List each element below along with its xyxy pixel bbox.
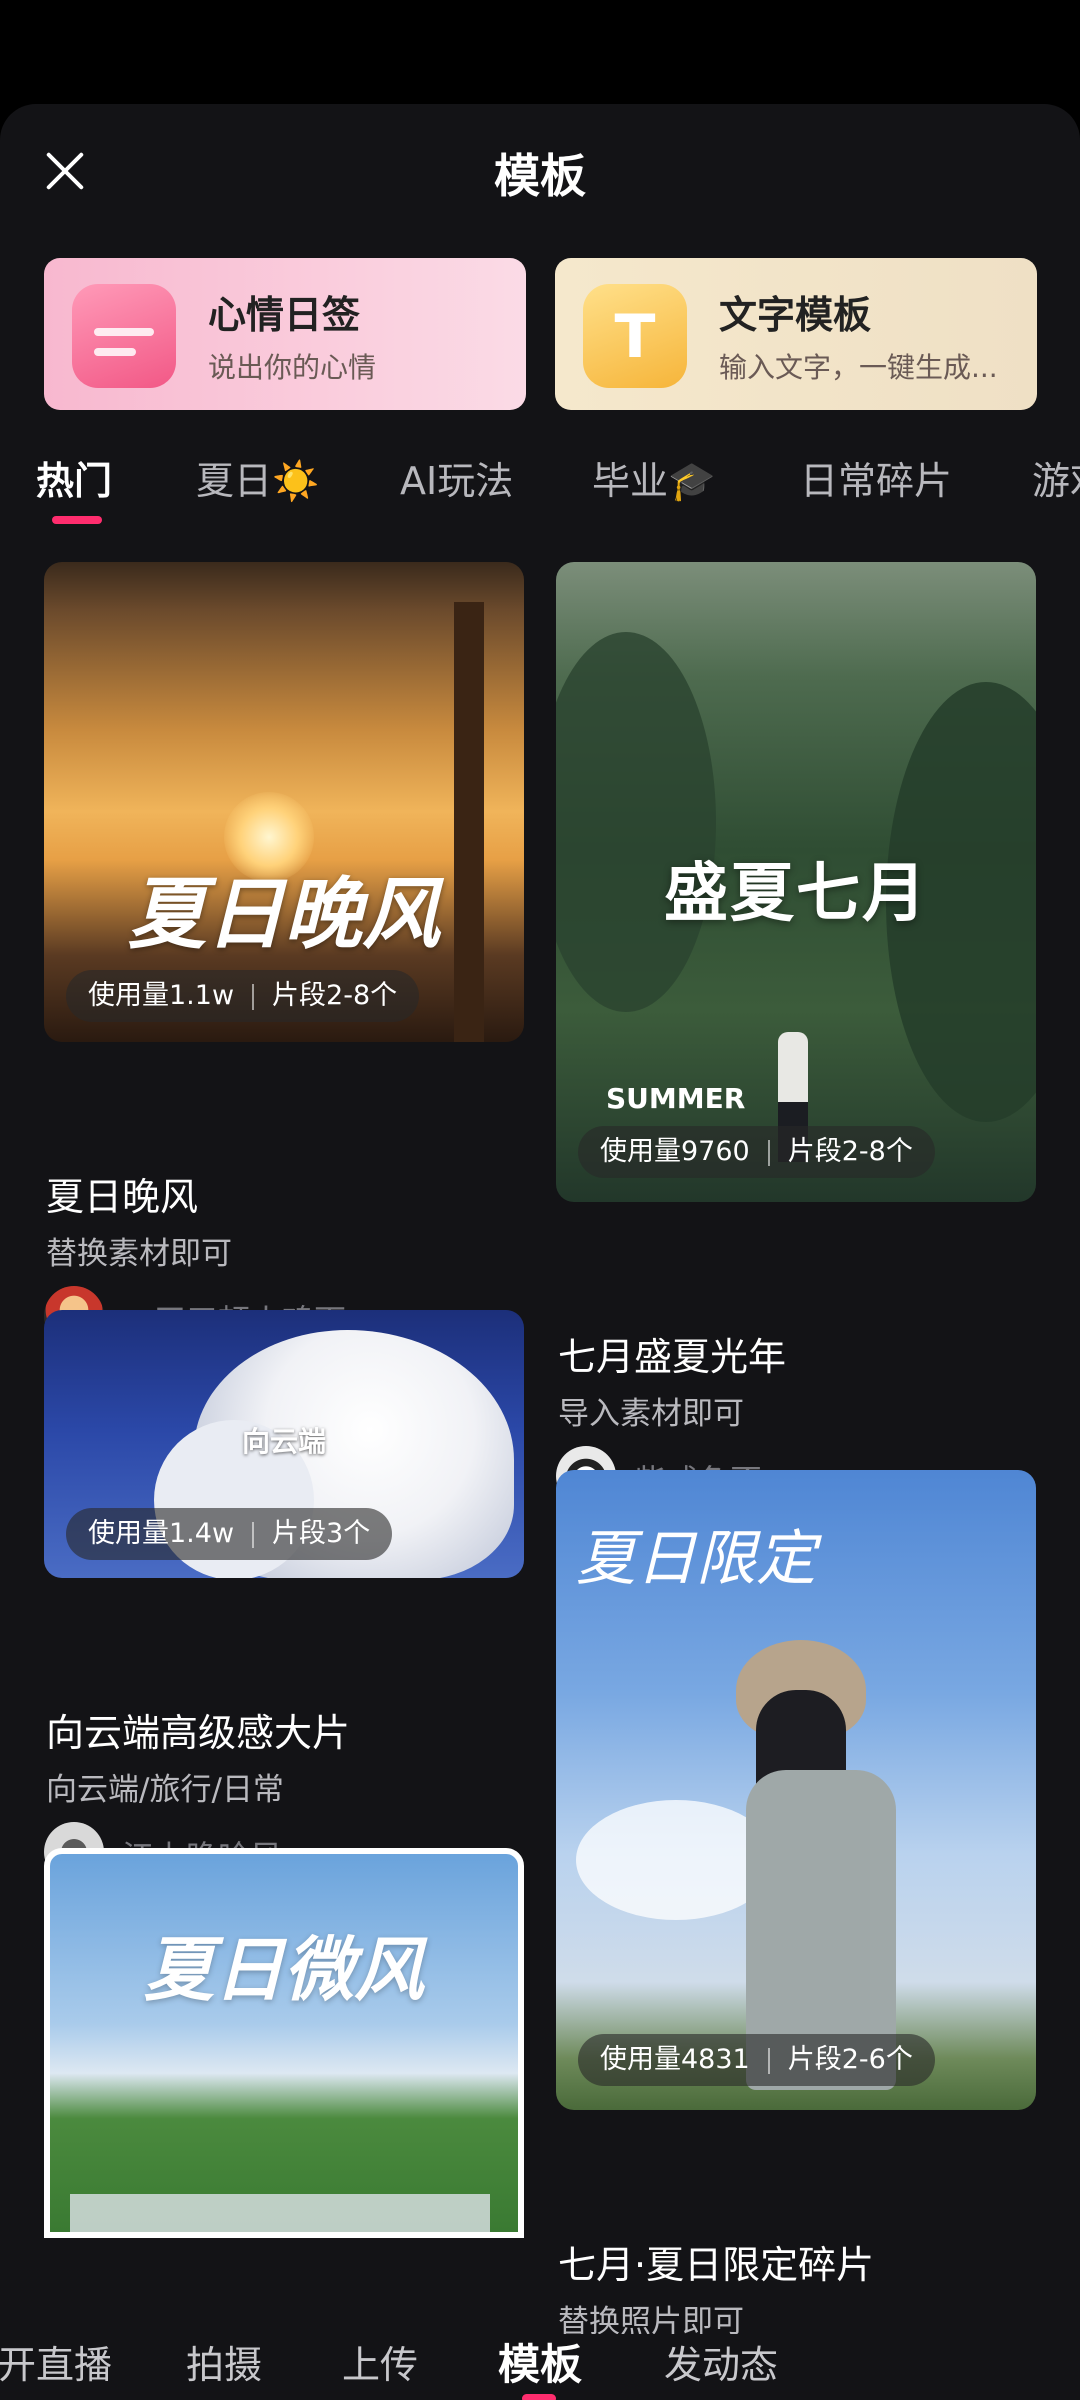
nav-upload[interactable]: 上传	[342, 2334, 418, 2389]
thumb-title-text: 盛夏七月	[664, 857, 928, 931]
usage-badge: 使用量9760 片段2-8个	[578, 1126, 935, 1178]
template-thumbnail[interactable]: 向云端 使用量1.4w 片段3个	[44, 1310, 524, 1578]
category-tabs: 热门 夏日☀️ AI玩法 毕业🎓 日常碎片 游戏	[0, 450, 1080, 522]
usage-badge: 使用量1.1w 片段2-8个	[66, 970, 420, 1022]
nav-indicator	[522, 2394, 556, 2400]
usage-badge: 使用量4831 片段2-6个	[578, 2034, 935, 2086]
template-thumbnail[interactable]: 夏日微风	[44, 1848, 524, 2238]
template-sheet: 模板 心情日签 说出你的心情 T 文字模板 输入文字，一键生成... 热门 夏日…	[0, 104, 1080, 2400]
thumb-title-text: 夏日晚风	[127, 870, 440, 960]
card-subtitle: 向云端/旅行/日常	[46, 1772, 284, 1808]
template-thumbnail[interactable]: 夏日限定 使用量4831 片段2-6个	[556, 1470, 1036, 2110]
nav-post[interactable]: 发动态	[664, 2334, 778, 2389]
thumb-subtitle-text: SUMMER	[606, 1082, 746, 1115]
card-title: 向云端高级感大片	[46, 1711, 351, 1755]
thumb-title-text: 向云端	[241, 1425, 326, 1458]
thumb-title-text: 夏日限定	[576, 1524, 816, 1594]
text-t-icon: T	[583, 284, 687, 388]
tab-graduation[interactable]: 毕业🎓	[592, 450, 715, 505]
usage-badge: 使用量1.4w 片段3个	[66, 1508, 393, 1560]
card-subtitle: 导入素材即可	[558, 1396, 744, 1432]
card-title: 夏日晚风	[46, 1175, 199, 1219]
tab-indicator	[52, 516, 102, 524]
template-thumbnail[interactable]: 夏日晚风 使用量1.1w 片段2-8个	[44, 562, 524, 1042]
card-subtitle: 替换素材即可	[46, 1236, 232, 1272]
mood-sign-subtitle: 说出你的心情	[208, 351, 377, 384]
tab-ai-play[interactable]: AI玩法	[400, 450, 513, 505]
thumb-title-text: 夏日微风	[144, 1929, 424, 2011]
text-template-subtitle: 输入文字，一键生成...	[719, 351, 998, 384]
page-title: 模板	[494, 149, 586, 203]
bottom-nav: 开直播 拍摄 上传 模板 发动态	[0, 2334, 1080, 2400]
tab-summer[interactable]: 夏日☀️	[196, 450, 319, 505]
mood-sign-card[interactable]: 心情日签 说出你的心情	[44, 258, 526, 410]
tab-games[interactable]: 游戏	[1032, 450, 1080, 505]
template-thumbnail[interactable]: 盛夏七月 SUMMER 使用量9760 片段2-8个	[556, 562, 1036, 1202]
mood-calendar-icon	[72, 284, 176, 388]
text-template-title: 文字模板	[719, 293, 872, 337]
nav-shoot[interactable]: 拍摄	[186, 2334, 262, 2389]
nav-template[interactable]: 模板	[498, 2331, 582, 2392]
text-template-card[interactable]: T 文字模板 输入文字，一键生成...	[555, 258, 1037, 410]
card-title: 七月盛夏光年	[558, 1335, 787, 1379]
tab-daily-fragments[interactable]: 日常碎片	[800, 450, 952, 505]
mood-sign-title: 心情日签	[208, 293, 361, 337]
tab-hot[interactable]: 热门	[36, 450, 112, 505]
card-title: 七月·夏日限定碎片	[558, 2243, 875, 2287]
nav-live[interactable]: 开直播	[0, 2334, 112, 2389]
